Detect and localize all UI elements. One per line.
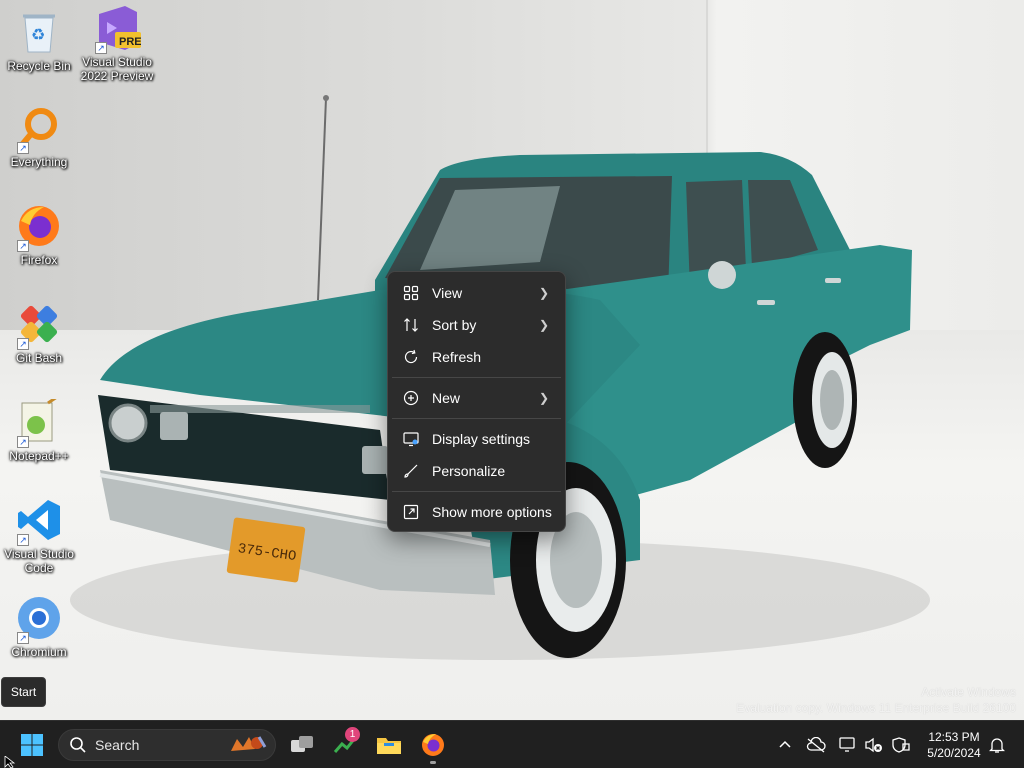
shortcut-arrow-icon: ↗	[17, 436, 29, 448]
menu-item-label: Personalize	[432, 463, 506, 479]
show-more-options-icon	[402, 503, 420, 521]
clock-time: 12:53 PM	[928, 730, 980, 744]
volume-muted-icon	[865, 737, 882, 753]
everything-search-icon: ↗	[15, 104, 63, 154]
shortcut-arrow-icon: ↗	[17, 632, 29, 644]
activation-watermark: Activate Windows Evaluation copy. Window…	[736, 684, 1016, 716]
shortcut-arrow-icon: ↗	[17, 534, 29, 546]
tray-onedrive[interactable]	[806, 735, 826, 755]
desktop-icon-notepad-plus-plus[interactable]: ↗ Notepad++	[1, 398, 77, 463]
chevron-right-icon: ❯	[538, 391, 549, 405]
bell-icon	[989, 738, 1005, 753]
menu-item-refresh[interactable]: Refresh	[392, 341, 561, 373]
shortcut-arrow-icon: ↗	[17, 142, 29, 154]
personalize-brush-icon	[402, 462, 420, 480]
desktop-icon-git-bash[interactable]: ↗ Git Bash	[1, 300, 77, 365]
grid-view-icon	[402, 284, 420, 302]
desktop-context-menu: View ❯ Sort by ❯ Refresh New ❯ Display s…	[387, 271, 566, 532]
shortcut-arrow-icon: ↗	[17, 338, 29, 350]
refresh-icon	[402, 348, 420, 366]
mouse-cursor-icon	[4, 756, 16, 768]
start-button[interactable]	[12, 725, 52, 765]
taskbar-app-activity[interactable]: 1	[326, 725, 366, 765]
menu-item-label: New	[432, 390, 461, 406]
display-settings-icon	[402, 430, 420, 448]
shield-icon	[892, 737, 910, 753]
shortcut-arrow-icon: ↗	[17, 240, 29, 252]
git-bash-icon: ↗	[15, 300, 63, 350]
menu-item-personalize[interactable]: Personalize	[392, 455, 561, 487]
menu-item-label: Display settings	[432, 431, 531, 447]
menu-item-view[interactable]: View ❯	[392, 277, 561, 309]
desktop-icon-firefox[interactable]: ↗ Firefox	[1, 202, 77, 267]
search-placeholder: Search	[95, 737, 140, 753]
chevron-up-icon	[779, 740, 791, 748]
desktop-icon-chromium[interactable]: ↗ Chromium	[1, 594, 77, 659]
firefox-icon	[422, 734, 444, 756]
folder-icon	[377, 738, 401, 754]
taskbar: Search 1 12:53 PM 5/20/2024	[0, 720, 1024, 768]
notifications-button[interactable]	[987, 735, 1007, 755]
vscode-icon: ↗	[15, 496, 63, 546]
search-icon	[70, 737, 86, 753]
visual-studio-preview-icon: PRE ↗	[93, 4, 141, 54]
running-indicator	[430, 761, 436, 764]
new-plus-icon	[402, 389, 420, 407]
firefox-icon: ↗	[15, 202, 63, 252]
menu-item-label: View	[432, 285, 463, 301]
menu-item-new[interactable]: New ❯	[392, 382, 561, 414]
chevron-right-icon: ❯	[538, 286, 549, 300]
desktop-icon-visual-studio-preview[interactable]: PRE ↗ Visual Studio 2022 Preview	[79, 4, 155, 83]
windows-logo-icon	[21, 734, 43, 756]
taskbar-search-box[interactable]: Search	[58, 729, 276, 761]
tray-security[interactable]	[891, 735, 911, 755]
menu-item-sort-by[interactable]: Sort by ❯	[392, 309, 561, 341]
desktop-icon-label: Visual Studio 2022 Preview	[80, 55, 154, 83]
watermark-line-1: Activate Windows	[921, 685, 1016, 699]
chevron-right-icon: ❯	[538, 318, 549, 332]
search-highlight-icon	[231, 736, 267, 751]
desktop-icon-label: Recycle Bin	[7, 59, 71, 73]
desktop-icon-label: Firefox	[20, 253, 58, 267]
menu-separator	[392, 418, 561, 419]
menu-item-display-settings[interactable]: Display settings	[392, 423, 561, 455]
svg-text:♻: ♻	[31, 27, 45, 44]
desktop-icon-vscode[interactable]: ↗ Visual Studio Code	[1, 496, 77, 575]
desktop-icon-label: Everything	[10, 155, 68, 169]
desktop-icon-label: Notepad++	[9, 449, 69, 463]
taskbar-firefox[interactable]	[413, 725, 453, 765]
tray-network[interactable]	[838, 735, 858, 755]
taskbar-file-explorer[interactable]	[369, 725, 409, 765]
preview-badge: PRE	[119, 36, 141, 48]
show-hidden-icons-button[interactable]	[775, 735, 795, 755]
desktop-icon-label: Git Bash	[15, 351, 63, 365]
menu-separator	[392, 377, 561, 378]
chromium-icon: ↗	[15, 594, 63, 644]
menu-item-label: Show more options	[432, 504, 552, 520]
desktop-icon-recycle-bin[interactable]: ♻ Recycle Bin	[1, 8, 77, 73]
shortcut-arrow-icon: ↗	[95, 42, 107, 54]
desktop-icon-everything[interactable]: ↗ Everything	[1, 104, 77, 169]
network-icon	[839, 737, 855, 752]
desktop-icon-label: Visual Studio Code	[4, 547, 74, 575]
task-view-button[interactable]	[282, 725, 322, 765]
tray-volume[interactable]	[864, 735, 884, 755]
menu-item-label: Sort by	[432, 317, 477, 333]
clock-date: 5/20/2024	[927, 746, 981, 760]
desktop-icon-label: Chromium	[11, 645, 67, 659]
taskbar-clock[interactable]: 12:53 PM 5/20/2024	[920, 729, 988, 761]
notepad-plus-plus-icon: ↗	[15, 398, 63, 448]
menu-item-label: Refresh	[432, 349, 482, 365]
menu-item-show-more-options[interactable]: Show more options	[392, 496, 561, 528]
task-view-icon	[291, 736, 313, 752]
sort-icon	[402, 316, 420, 334]
cloud-offline-icon	[806, 737, 826, 753]
menu-separator	[392, 491, 561, 492]
start-tooltip: Start	[1, 677, 46, 707]
notification-count-badge: 1	[345, 727, 360, 742]
recycle-bin-icon: ♻	[15, 8, 63, 56]
watermark-line-2: Evaluation copy. Windows 11 Enterprise B…	[736, 701, 1016, 715]
